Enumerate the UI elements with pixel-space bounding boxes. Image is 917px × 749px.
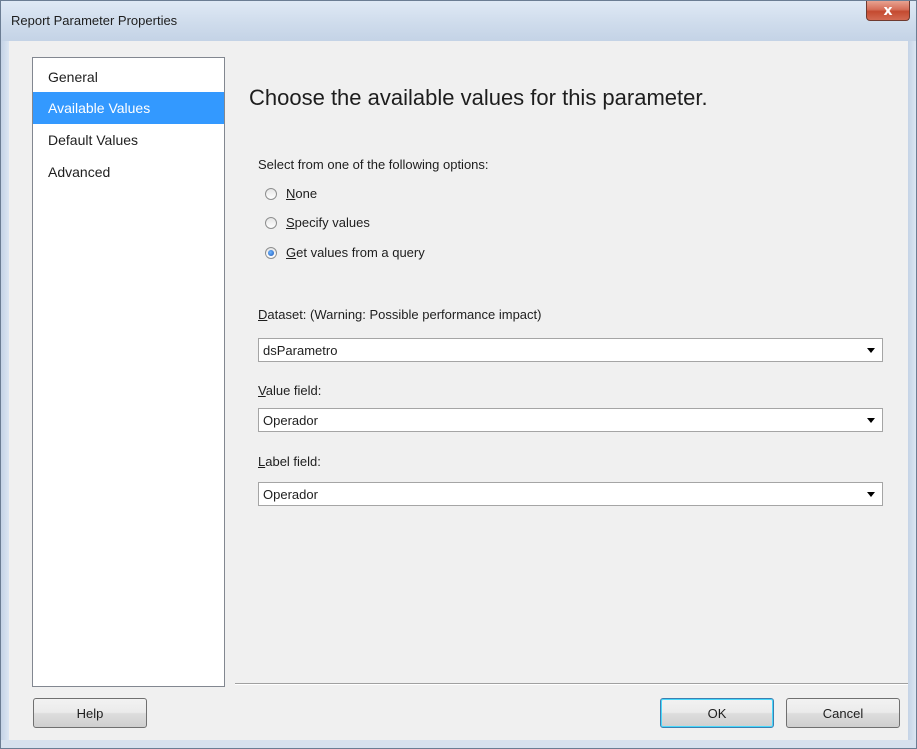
button-area-divider xyxy=(235,683,908,685)
radio-specify-values[interactable]: Specify values xyxy=(265,215,370,230)
chevron-down-icon xyxy=(867,492,875,497)
dialog-window: Report Parameter Properties x General Av… xyxy=(0,0,917,749)
value-field-dropdown[interactable]: Operador xyxy=(258,408,883,432)
close-button[interactable]: x xyxy=(866,1,910,21)
radio-none-label: None xyxy=(286,186,318,201)
radio-specify-values-circle[interactable] xyxy=(265,216,277,229)
title-bar[interactable]: Report Parameter Properties x xyxy=(1,1,916,41)
value-field-value: Operador xyxy=(263,413,318,428)
dataset-dropdown[interactable]: dsParametro xyxy=(258,338,883,362)
nav-item-available-values[interactable]: Available Values xyxy=(33,92,224,124)
label-field-dropdown[interactable]: Operador xyxy=(258,482,883,506)
chevron-down-icon xyxy=(867,418,875,423)
frame-right xyxy=(908,41,916,748)
chevron-down-icon xyxy=(867,348,875,353)
dataset-label: Dataset: (Warning: Possible performance … xyxy=(258,307,542,322)
page-heading: Choose the available values for this par… xyxy=(249,85,708,110)
page-nav-list: General Available Values Default Values … xyxy=(32,57,225,687)
options-label: Select from one of the following options… xyxy=(258,157,489,172)
dialog-client: General Available Values Default Values … xyxy=(9,41,908,740)
nav-item-default-values[interactable]: Default Values xyxy=(33,124,224,156)
radio-none[interactable]: None xyxy=(265,186,317,201)
frame-bottom xyxy=(1,740,916,748)
nav-item-general[interactable]: General xyxy=(33,62,224,92)
radio-none-circle[interactable] xyxy=(265,187,277,200)
frame-left xyxy=(1,41,9,748)
radio-get-values-from-query[interactable]: Get values from a query xyxy=(265,245,425,260)
dataset-value: dsParametro xyxy=(263,343,338,358)
radio-get-values-from-query-circle[interactable] xyxy=(265,246,277,259)
cancel-button[interactable]: Cancel xyxy=(786,698,900,728)
value-field-label: Value field: xyxy=(258,383,322,398)
window-title: Report Parameter Properties xyxy=(11,13,178,28)
help-button[interactable]: Help xyxy=(33,698,147,728)
radio-specify-values-label: Specify values xyxy=(286,215,370,230)
label-field-value: Operador xyxy=(263,487,318,502)
close-icon: x xyxy=(883,2,893,19)
ok-button[interactable]: OK xyxy=(660,698,774,728)
label-field-label: Label field: xyxy=(258,454,321,469)
nav-item-advanced[interactable]: Advanced xyxy=(33,156,224,188)
radio-get-values-from-query-label: Get values from a query xyxy=(286,245,425,260)
